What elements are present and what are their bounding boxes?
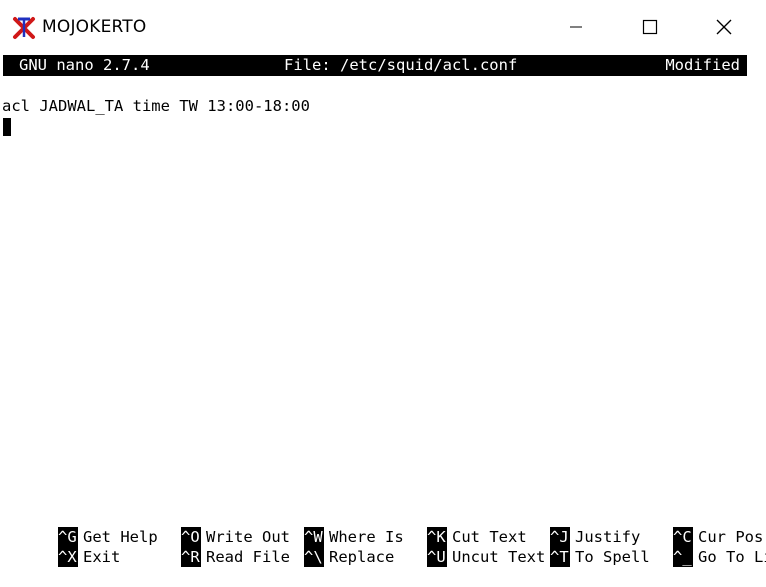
maximize-icon — [642, 19, 658, 35]
editor-line[interactable]: acl JADWAL_TA time TW 13:00-18:00 — [2, 96, 310, 117]
maximize-button[interactable] — [630, 8, 670, 46]
shortcut-key: ^T — [550, 547, 570, 567]
shortcut-key: ^X — [58, 547, 78, 567]
shortcut-key: ^\ — [304, 547, 324, 567]
close-button[interactable] — [704, 8, 744, 46]
putty-app-icon[interactable] — [12, 16, 36, 40]
title-bar[interactable]: MOJOKERTO — [0, 0, 766, 55]
nano-status-bar: GNU nano 2.7.4 File: /etc/squid/acl.conf… — [3, 55, 747, 76]
shortcut-key: ^R — [181, 547, 201, 567]
file-name: File: /etc/squid/acl.conf — [284, 56, 518, 74]
minimize-icon — [570, 26, 582, 28]
text-cursor — [3, 118, 11, 136]
shortcut-bar: ^G Get Help ^O Write Out ^W Where Is ^K Cut … — [0, 507, 766, 567]
shortcut-key: ^_ — [673, 547, 693, 567]
shortcut-label: Go To Line — [698, 548, 766, 566]
nano-version: GNU nano 2.7.4 — [19, 56, 150, 74]
terminal-window: MOJOKERTO GNU nano 2.7.4 File: /etc/squi… — [0, 0, 766, 567]
shortcut-label: Exit — [83, 548, 121, 566]
close-icon — [716, 19, 732, 35]
editor-area[interactable]: acl JADWAL_TA time TW 13:00-18:00 — [0, 94, 760, 494]
window-title: MOJOKERTO — [42, 17, 147, 37]
minimize-button[interactable] — [556, 8, 596, 46]
shortcut-exit[interactable]: ^X Exit — [2, 527, 120, 567]
shortcut-go-to-line[interactable]: ^_ Go To Line — [617, 527, 766, 567]
shortcut-key: ^U — [427, 547, 447, 567]
modified-indicator: Modified — [665, 56, 740, 74]
shortcut-cur-pos[interactable]: ^C Cur Pos — [617, 507, 763, 547]
